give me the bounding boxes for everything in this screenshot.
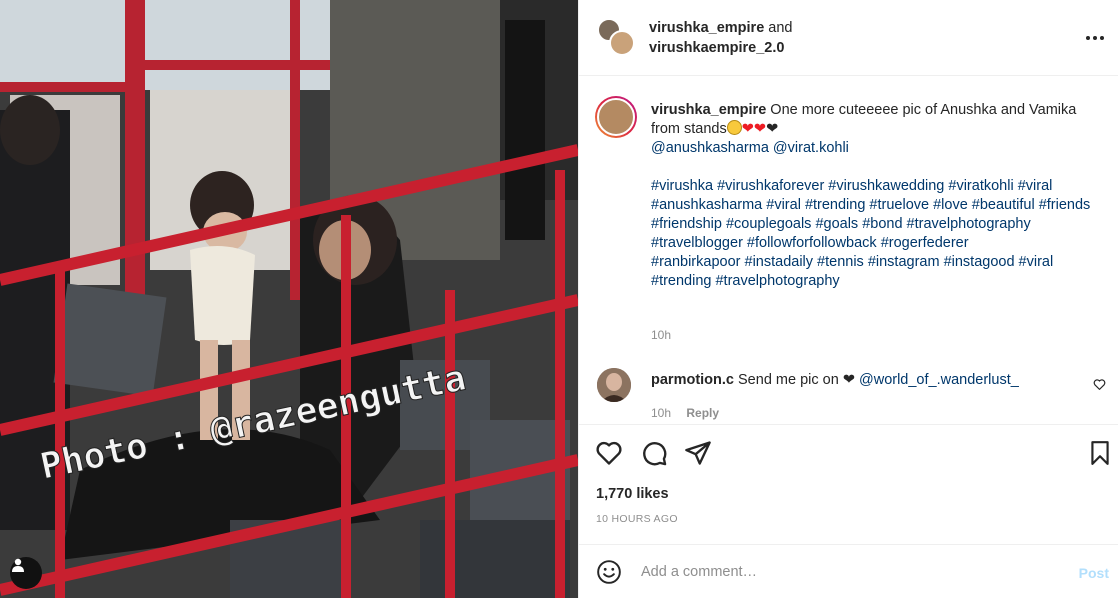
like-button[interactable] <box>595 439 623 472</box>
likes-count[interactable]: 1,770 likes <box>596 486 669 502</box>
paper-plane-icon <box>685 441 711 465</box>
reply-button[interactable]: Reply <box>686 406 719 420</box>
commenter-username-link[interactable]: parmotion.c <box>651 372 734 388</box>
collab-names: virushka_empire and virushkaempire_2.0 <box>649 18 793 58</box>
more-options-icon <box>1086 36 1104 40</box>
post-comment-button[interactable]: Post <box>1079 565 1109 581</box>
collaborator-username-link[interactable]: virushkaempire_2.0 <box>649 40 784 56</box>
post-header: virushka_empire and virushkaempire_2.0 <box>579 0 1118 76</box>
caption-author-avatar[interactable] <box>595 96 637 138</box>
avatar <box>609 30 635 56</box>
comment-text: Send me pic on <box>738 372 839 388</box>
mention-link[interactable]: @virat.kohli <box>773 140 849 156</box>
post-photo: Photo : @razeengutta <box>0 0 578 598</box>
mention-link[interactable]: @anushkasharma <box>651 140 769 156</box>
pleading-face-emoji-icon <box>726 120 742 135</box>
commenter-avatar[interactable] <box>597 368 631 402</box>
red-heart-emoji-icon: ❤ <box>753 121 767 137</box>
black-heart-emoji-icon: ❤ <box>842 372 855 388</box>
hashtags-block[interactable]: #virushka #virushkaforever #virushkawedd… <box>651 178 1090 251</box>
comment-mention-link[interactable]: @world_of_.wanderlust_ <box>859 372 1019 388</box>
comment-input[interactable] <box>639 557 1043 587</box>
comment-button[interactable] <box>640 439 668 472</box>
heart-outline-icon <box>1093 379 1106 390</box>
comment-meta: 10h Reply <box>651 406 731 420</box>
hashtags-block[interactable]: #ranbirkapoor #instadaily #tennis #insta… <box>651 254 1053 289</box>
avatar-photo <box>597 368 631 402</box>
smiley-icon <box>597 560 621 584</box>
emoji-picker-button[interactable] <box>596 559 622 590</box>
black-heart-emoji-icon: ❤ <box>766 121 779 137</box>
user-tag-icon <box>12 558 24 572</box>
comment-timestamp: 10h <box>651 406 672 420</box>
collab-connector: and <box>768 20 793 36</box>
comment-like-button[interactable] <box>1093 378 1106 396</box>
post-actions <box>579 424 1118 482</box>
share-button[interactable] <box>684 439 712 472</box>
collab-avatars[interactable] <box>597 18 635 56</box>
comment: parmotion.c Send me pic on ❤ @world_of_.… <box>651 371 1019 390</box>
more-options-button[interactable] <box>1085 25 1105 46</box>
author-username-link[interactable]: virushka_empire <box>649 20 764 36</box>
user-tag-button[interactable] <box>10 557 42 589</box>
bookmark-icon <box>1091 441 1109 465</box>
comment-bar: Post <box>579 544 1118 598</box>
post-date: 10 HOURS AGO <box>596 513 678 525</box>
post-media[interactable]: Photo : @razeengutta <box>0 0 578 598</box>
save-button[interactable] <box>1087 439 1113 472</box>
heart-icon <box>596 441 622 465</box>
post-details-panel: virushka_empire and virushkaempire_2.0 v… <box>578 0 1118 598</box>
red-heart-emoji-icon: ❤ <box>741 121 754 137</box>
comment-bubble-icon <box>643 442 667 466</box>
post-caption: virushka_empire One more cuteeeee pic of… <box>651 101 1101 291</box>
caption-timestamp: 10h <box>651 328 672 342</box>
caption-username-link[interactable]: virushka_empire <box>651 102 766 118</box>
